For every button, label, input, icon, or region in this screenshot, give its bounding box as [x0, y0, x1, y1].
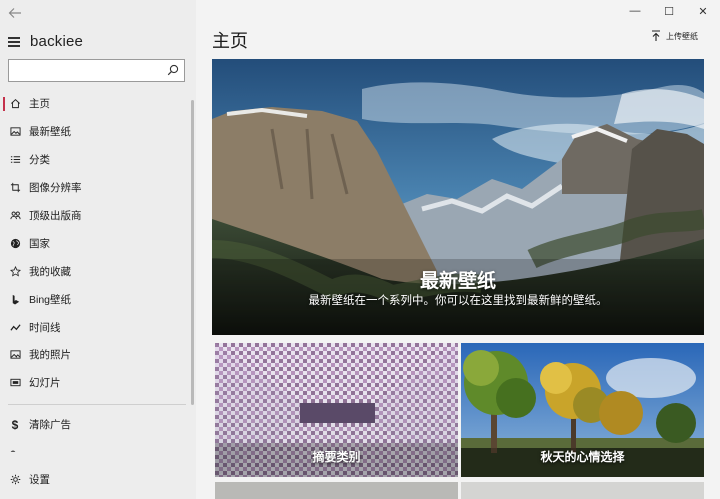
crop-icon	[9, 182, 21, 194]
tile-partial-left[interactable]	[215, 482, 458, 499]
sidebar-item-settings[interactable]: 设置	[0, 466, 190, 494]
sidebar-item-timeline[interactable]: 时间线	[0, 313, 190, 341]
sidebar-item-slideshow[interactable]: 幻灯片	[0, 369, 190, 397]
bing-icon	[9, 293, 21, 305]
sidebar-item-categories[interactable]: 分类	[0, 146, 190, 174]
upload-label: 上传壁纸	[666, 31, 698, 41]
sidebar-item-label: 我的收藏	[29, 265, 71, 278]
close-button[interactable]: ✕	[686, 0, 720, 22]
tile-autumn-mood[interactable]: 秋天的心情选择	[461, 343, 704, 477]
sidebar-item-label: 主页	[29, 98, 50, 111]
sidebar-item-top-publishers[interactable]: 顶级出版商	[0, 202, 190, 230]
partial-item-icon	[10, 450, 16, 452]
back-arrow-icon[interactable]	[6, 6, 24, 24]
hero-latest-wallpapers[interactable]: 最新壁纸 最新壁纸在一个系列中。你可以在这里找到最新鲜的壁纸。	[212, 59, 704, 335]
sidebar-scrollbar[interactable]	[191, 100, 194, 405]
hamburger-menu-icon[interactable]	[8, 37, 20, 47]
close-icon: ✕	[698, 5, 708, 18]
maximize-button[interactable]: ☐	[652, 0, 686, 22]
sidebar-item-label: 图像分辨率	[29, 182, 82, 195]
upload-wallpaper-button[interactable]: 上传壁纸	[651, 30, 698, 42]
main-content: — ☐ ✕ 主页 上传壁纸 最新壁纸 最新壁纸在一个系列中。你可以在这里找到最新…	[196, 0, 720, 499]
sidebar-item-latest-wallpapers[interactable]: 最新壁纸	[0, 118, 190, 146]
tile-label: 秋天的心情选择	[540, 450, 625, 464]
sidebar-item-label: 幻灯片	[29, 377, 61, 390]
sidebar-item-partial[interactable]	[9, 446, 109, 452]
window-controls: — ☐ ✕	[618, 0, 720, 22]
sidebar-item-label: 最新壁纸	[29, 126, 71, 139]
timeline-icon	[9, 321, 21, 333]
sidebar-item-bing-wallpapers[interactable]: Bing壁纸	[0, 285, 190, 313]
sidebar-item-countries[interactable]: 国家	[0, 229, 190, 257]
maximize-icon: ☐	[664, 5, 674, 18]
sidebar-item-label: 分类	[29, 154, 50, 167]
sidebar: backiee 主页 最新壁纸 分类 图像分辨率 顶级出版商 国家 我的收藏 B…	[0, 0, 196, 499]
sidebar-item-label: 设置	[29, 474, 50, 487]
tile-label: 摘要类别	[312, 450, 361, 464]
nav-bottom: 设置	[0, 466, 190, 494]
photo-icon	[9, 349, 21, 361]
slideshow-icon	[9, 377, 21, 389]
app-title: backiee	[30, 33, 84, 50]
minimize-icon: —	[629, 5, 641, 17]
sidebar-item-label: 我的照片	[29, 349, 71, 362]
sidebar-item-home[interactable]: 主页	[0, 90, 190, 118]
sidebar-item-label: 时间线	[29, 321, 61, 334]
sidebar-item-my-photos[interactable]: 我的照片	[0, 341, 190, 369]
nav-list: 主页 最新壁纸 分类 图像分辨率 顶级出版商 国家 我的收藏 Bing壁纸 时间…	[0, 90, 190, 397]
list-icon	[9, 154, 21, 166]
image-icon	[9, 126, 21, 138]
sidebar-item-label: 顶级出版商	[29, 210, 82, 222]
people-icon	[9, 210, 21, 222]
dollar-icon: $	[11, 417, 19, 432]
sidebar-item-resolution[interactable]: 图像分辨率	[0, 174, 190, 202]
search-icon[interactable]	[167, 64, 179, 76]
star-icon	[9, 265, 21, 277]
sidebar-item-remove-ads[interactable]: $ 清除广告	[0, 411, 190, 439]
sidebar-divider	[8, 404, 186, 405]
sidebar-item-favorites[interactable]: 我的收藏	[0, 257, 190, 285]
hero-title: 最新壁纸	[419, 271, 496, 292]
search-input[interactable]	[8, 59, 185, 82]
globe-icon	[9, 237, 21, 249]
home-icon	[9, 98, 21, 110]
minimize-button[interactable]: —	[618, 0, 652, 22]
hero-subtitle: 最新壁纸在一个系列中。你可以在这里找到最新鲜的壁纸。	[308, 295, 608, 307]
tile-partial-right[interactable]	[461, 482, 704, 499]
gear-icon	[9, 474, 21, 486]
sidebar-item-label: 国家	[29, 237, 50, 250]
tile-abstract-category[interactable]: 摘要类别	[215, 343, 458, 477]
page-title: 主页	[212, 31, 248, 51]
sidebar-item-label: 清除广告	[29, 419, 71, 432]
nav-secondary: $ 清除广告	[0, 411, 190, 439]
sidebar-item-label: Bing壁纸	[29, 293, 72, 306]
upload-icon	[652, 30, 660, 41]
